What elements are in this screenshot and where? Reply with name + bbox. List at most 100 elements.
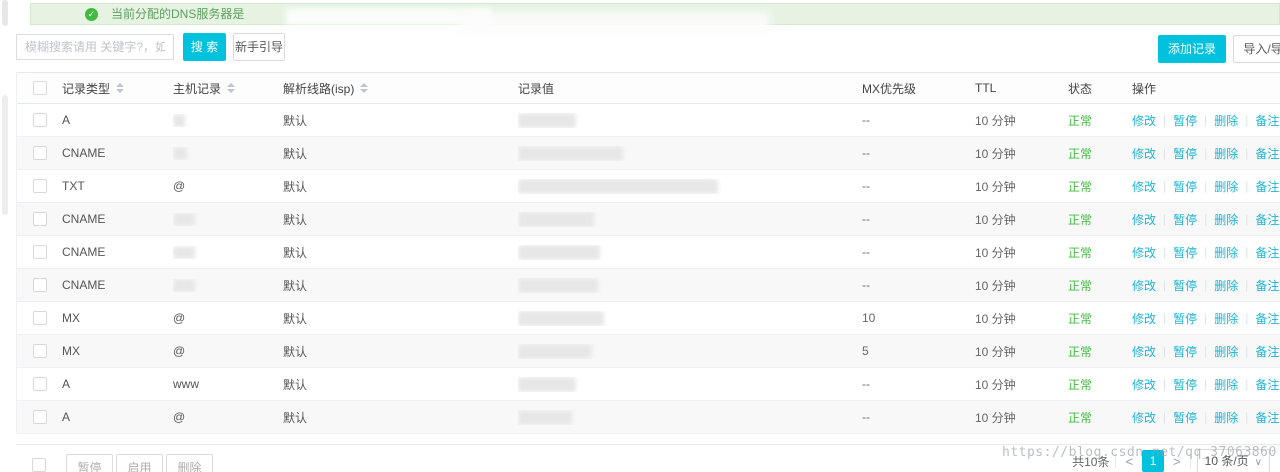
redacted-value [518,409,572,425]
status-cell: 正常 [1068,343,1132,360]
modify-link[interactable]: 修改 [1132,310,1156,327]
mx-priority-cell: 5 [862,344,975,358]
page-size-select[interactable]: 10 条/页 ∨ [1196,449,1270,472]
delete-link[interactable]: 删除 [1214,343,1238,360]
next-page-icon[interactable]: > [1170,454,1184,469]
remark-link[interactable]: 备注 [1255,376,1279,393]
modify-link[interactable]: 修改 [1132,409,1156,426]
row-checkbox[interactable] [33,410,47,424]
modify-link[interactable]: 修改 [1132,244,1156,261]
add-record-button[interactable]: 添加记录 [1158,35,1226,63]
table-row: MX @ 默认 5 10 分钟 正常 修改 | 暂停 | 删除 | 备注 [17,335,1280,368]
pause-link[interactable]: 暂停 [1173,145,1197,162]
delete-link[interactable]: 删除 [1214,409,1238,426]
import-export-button[interactable]: 导入/导出 [1233,35,1280,63]
record-type-cell: CNAME [62,245,106,259]
modify-link[interactable]: 修改 [1132,211,1156,228]
search-toolbar: 搜 索 新手引导 添加记录 导入/导出 [0,33,1280,63]
row-checkbox[interactable] [33,377,47,391]
footer-select-all-checkbox[interactable] [32,458,46,472]
beginner-guide-button[interactable]: 新手引导 [233,33,285,61]
row-checkbox[interactable] [33,212,47,226]
delete-link[interactable]: 删除 [1214,244,1238,261]
operations-cell: 修改 | 暂停 | 删除 | 备注 [1132,211,1280,228]
remark-link[interactable]: 备注 [1255,409,1279,426]
divider: | [1163,311,1167,325]
ttl-cell: 10 分钟 [975,145,1068,162]
delete-batch-button[interactable]: 删除 [166,454,213,472]
remark-link[interactable]: 备注 [1255,211,1279,228]
status-badge: 正常 [1068,377,1093,392]
search-input[interactable] [16,34,174,60]
host-record-cell [173,278,283,292]
prev-page-icon[interactable]: < [1122,454,1136,469]
ttl-value: 10 分钟 [975,311,1016,326]
remark-link[interactable]: 备注 [1255,145,1279,162]
row-checkbox[interactable] [33,179,47,193]
remark-link[interactable]: 备注 [1255,343,1279,360]
status-cell: 正常 [1068,409,1132,426]
select-all-checkbox[interactable] [33,81,47,95]
row-checkbox[interactable] [33,278,47,292]
dns-server-alert-banner: ✓ 当前分配的DNS服务器是 [30,3,1280,26]
sort-icon[interactable] [116,83,125,93]
enable-batch-button[interactable]: 启用 [116,454,163,472]
pause-link[interactable]: 暂停 [1173,211,1197,228]
pause-link[interactable]: 暂停 [1173,409,1197,426]
row-checkbox[interactable] [33,311,47,325]
row-checkbox[interactable] [33,113,47,127]
status-badge: 正常 [1068,278,1093,293]
modify-link[interactable]: 修改 [1132,112,1156,129]
modify-link[interactable]: 修改 [1132,145,1156,162]
pause-batch-button[interactable]: 暂停 [66,454,113,472]
current-page-button[interactable]: 1 [1142,450,1165,472]
row-checkbox[interactable] [33,344,47,358]
delete-link[interactable]: 删除 [1214,178,1238,195]
ttl-value: 10 分钟 [975,146,1016,161]
host-record-cell: @ [173,344,186,358]
row-checkbox[interactable] [33,146,47,160]
search-button[interactable]: 搜 索 [183,33,226,61]
operations-cell: 修改 | 暂停 | 删除 | 备注 [1132,145,1280,162]
delete-link[interactable]: 删除 [1214,145,1238,162]
row-checkbox[interactable] [33,245,47,259]
pause-link[interactable]: 暂停 [1173,244,1197,261]
delete-link[interactable]: 删除 [1214,211,1238,228]
delete-link[interactable]: 删除 [1214,112,1238,129]
modify-link[interactable]: 修改 [1132,376,1156,393]
column-label: 状态 [1068,81,1093,96]
modify-link[interactable]: 修改 [1132,277,1156,294]
remark-link[interactable]: 备注 [1255,178,1279,195]
left-edge-strip [0,0,10,472]
mx-priority-cell: -- [862,212,975,226]
batch-actions: 暂停 启用 删除 [66,454,216,472]
status-cell: 正常 [1068,277,1132,294]
sort-icon[interactable] [360,83,369,93]
delete-link[interactable]: 删除 [1214,277,1238,294]
chevron-down-icon: ∨ [1254,457,1262,468]
pause-link[interactable]: 暂停 [1173,343,1197,360]
ttl-cell: 10 分钟 [975,343,1068,360]
success-check-icon: ✓ [85,8,98,21]
pause-link[interactable]: 暂停 [1173,178,1197,195]
delete-link[interactable]: 删除 [1214,376,1238,393]
remark-link[interactable]: 备注 [1255,112,1279,129]
pause-link[interactable]: 暂停 [1173,112,1197,129]
modify-link[interactable]: 修改 [1132,343,1156,360]
pause-link[interactable]: 暂停 [1173,277,1197,294]
sort-icon[interactable] [227,83,236,93]
delete-link[interactable]: 删除 [1214,310,1238,327]
remark-link[interactable]: 备注 [1255,310,1279,327]
remark-link[interactable]: 备注 [1255,277,1279,294]
modify-link[interactable]: 修改 [1132,178,1156,195]
column-header-status: 状态 [1068,80,1132,97]
remark-link[interactable]: 备注 [1255,244,1279,261]
isp-line-cell: 默认 [283,410,308,425]
redacted-dns-servers [286,8,491,26]
operations-cell: 修改 | 暂停 | 删除 | 备注 [1132,409,1280,426]
pause-link[interactable]: 暂停 [1173,376,1197,393]
status-cell: 正常 [1068,178,1132,195]
table-row: CNAME 默认 -- 10 分钟 正常 修改 | 暂停 | 删除 | 备注 [17,137,1280,170]
pause-link[interactable]: 暂停 [1173,310,1197,327]
column-label: TTL [975,81,997,95]
